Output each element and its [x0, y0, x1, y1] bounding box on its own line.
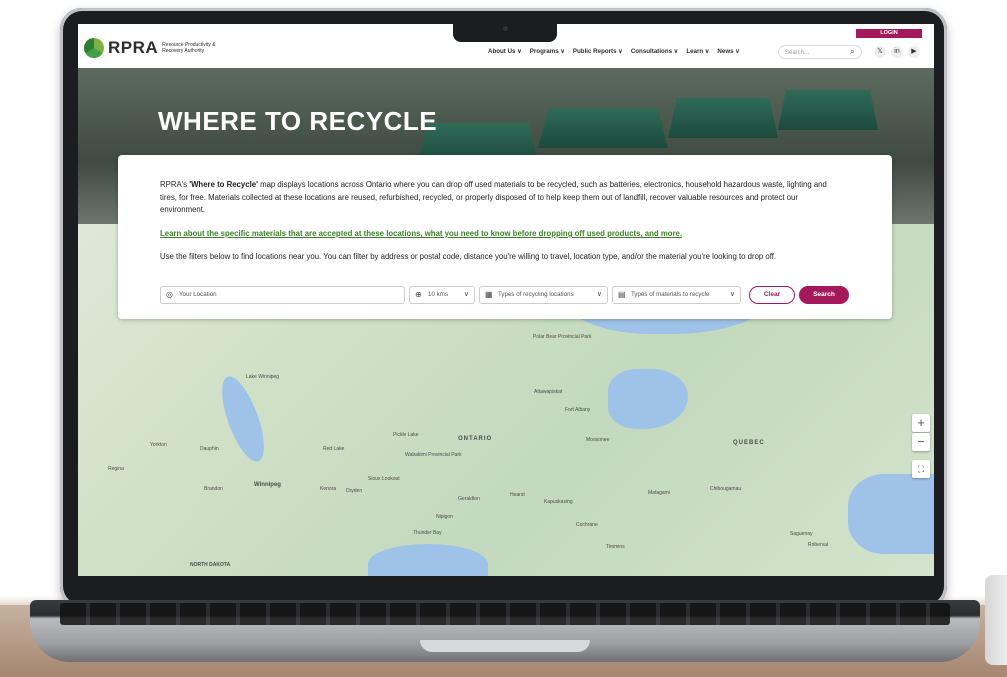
zoom-in-button[interactable]: + — [912, 414, 930, 432]
nav-programs[interactable]: Programs ∨ — [530, 48, 565, 55]
intro-bold: 'Where to Recycle' — [189, 180, 258, 189]
fullscreen-button[interactable]: ⛶ — [912, 460, 930, 478]
lake-superior-water — [368, 544, 488, 576]
map-label: Wabakimi Provincial Park — [405, 452, 462, 458]
search-card: RPRA's 'Where to Recycle' map displays l… — [118, 155, 892, 319]
map-label: Roberval — [808, 542, 829, 548]
location-placeholder: Your Location — [179, 291, 217, 298]
map-label: Saguenay — [790, 531, 813, 537]
location-type-select[interactable]: ▦ Types of recycling locations ∨ — [479, 286, 608, 304]
map-label: Winnipeg — [254, 482, 281, 488]
map-label: Fort Albany — [565, 407, 591, 413]
map-label: Red Lake — [323, 446, 345, 452]
camera-notch — [453, 20, 557, 42]
lake-winnipeg-water — [213, 371, 273, 467]
map-label: Geraldton — [458, 496, 480, 502]
main-nav: About Us ∨ Programs ∨ Public Reports ∨ C… — [488, 48, 740, 55]
distance-select[interactable]: ⊕ 10 kms ∨ — [409, 286, 475, 304]
search-icon[interactable]: ⌕ — [850, 47, 854, 57]
nav-news[interactable]: News ∨ — [717, 48, 739, 55]
location-input[interactable]: ◎ Your Location — [160, 286, 405, 304]
logo-subtitle: Resource Productivity & Recovery Authori… — [162, 42, 216, 54]
chevron-down-icon: ∨ — [463, 291, 469, 298]
distance-value: 10 kms — [428, 291, 448, 298]
material-type-value: Types of materials to recycle — [631, 291, 710, 298]
linkedin-icon[interactable]: in — [891, 46, 903, 58]
laptop-notch-front — [420, 640, 590, 652]
map-label: Dryden — [346, 488, 363, 494]
rpra-logo[interactable]: RPRA Resource Productivity & Recovery Au… — [84, 38, 232, 58]
building-icon: ▦ — [485, 290, 493, 299]
youtube-icon[interactable]: ▶ — [908, 46, 920, 58]
browser-viewport: RPRA Resource Productivity & Recovery Au… — [78, 24, 934, 576]
search-button[interactable]: Search — [799, 286, 849, 304]
map-label: NORTH DAKOTA — [190, 562, 231, 568]
map-label: Kenora — [320, 486, 337, 492]
keyboard — [60, 603, 950, 625]
map-label: Thunder Bay — [413, 530, 442, 536]
recycling-bin-image — [668, 98, 778, 138]
chevron-down-icon: ∨ — [729, 291, 735, 298]
camera-icon — [503, 26, 508, 31]
material-type-select[interactable]: ▤ Types of materials to recycle ∨ — [612, 286, 741, 304]
location-pin-icon: ◎ — [166, 290, 173, 299]
chevron-down-icon: ∨ — [596, 291, 602, 298]
map-label: QUEBEC — [733, 440, 765, 446]
filters-description: Use the filters below to find locations … — [160, 252, 777, 261]
nav-about-us[interactable]: About Us ∨ — [488, 48, 522, 55]
james-bay-water — [608, 369, 688, 429]
intro-prefix: RPRA's — [160, 180, 190, 189]
intro-paragraph: RPRA's 'Where to Recycle' map displays l… — [160, 179, 840, 217]
clear-button[interactable]: Clear — [749, 286, 795, 304]
map-label: Yorkton — [150, 442, 167, 448]
map-label: Polar Bear Provincial Park — [533, 334, 592, 340]
nav-learn[interactable]: Learn ∨ — [686, 48, 709, 55]
nav-consultations[interactable]: Consultations ∨ — [631, 48, 679, 55]
map-label: Lake Winnipeg — [246, 374, 280, 380]
map-label: Nipigon — [436, 514, 453, 520]
map-label: Dauphin — [200, 446, 219, 452]
map-label: Moosonee — [586, 437, 610, 443]
map-label: Pickle Lake — [393, 432, 419, 438]
st-lawrence-water — [848, 474, 934, 554]
zoom-out-button[interactable]: − — [912, 433, 930, 451]
map-label: Brandon — [204, 486, 223, 492]
recycling-bin-image — [778, 90, 878, 130]
recycle-logo-icon — [84, 38, 104, 58]
crosshair-icon: ⊕ — [415, 290, 422, 299]
page-title: WHERE TO RECYCLE — [158, 106, 438, 136]
map-label: Cochrane — [576, 522, 598, 528]
learn-more-link[interactable]: Learn about the specific materials that … — [160, 229, 682, 238]
nav-public-reports[interactable]: Public Reports ∨ — [573, 48, 623, 55]
map-label: Hearst — [510, 492, 525, 498]
map-label: Timmins — [606, 544, 625, 550]
map-label: Sioux Lookout — [368, 476, 400, 482]
x-twitter-icon[interactable]: 𝕏 — [874, 46, 886, 58]
login-button[interactable]: LOGIN — [856, 29, 922, 38]
bin-icon: ▤ — [618, 290, 626, 299]
location-type-value: Types of recycling locations — [498, 291, 574, 298]
recycling-bin-image — [538, 108, 668, 148]
map-label: Kapuskasing — [544, 499, 573, 505]
intro-rest: map displays locations across Ontario wh… — [160, 180, 827, 214]
map-label: Attawapiskat — [534, 389, 563, 395]
map-label: ONTARIO — [458, 436, 493, 442]
map-label: Matagami — [648, 490, 670, 496]
logo-text: RPRA — [108, 38, 159, 57]
map-label: Regina — [108, 466, 124, 472]
cup — [985, 575, 1007, 665]
map-label: Chibougamau — [710, 486, 742, 492]
